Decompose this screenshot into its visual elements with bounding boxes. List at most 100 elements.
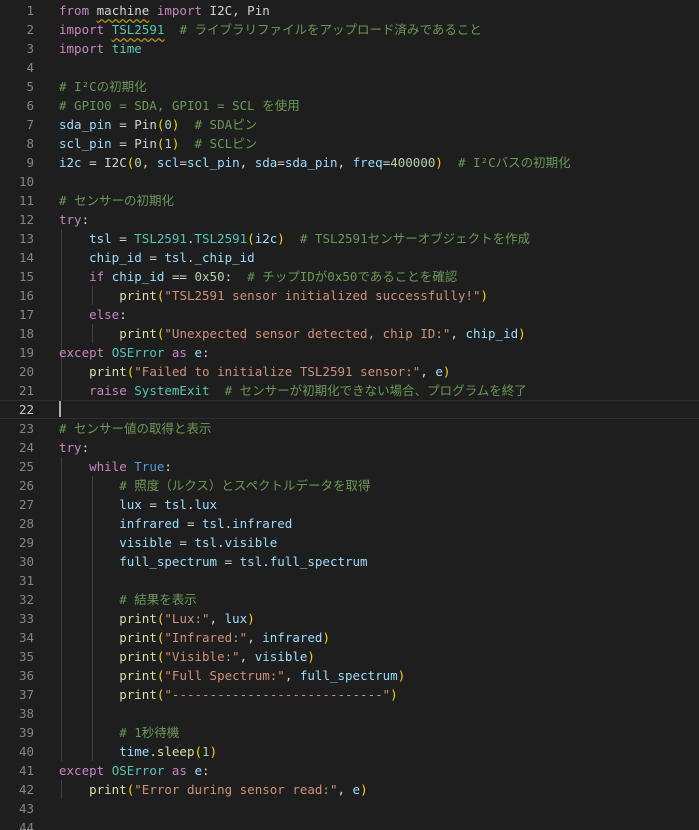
code-token: chip_id bbox=[89, 250, 142, 265]
line-number: 34 bbox=[18, 630, 34, 645]
code-editor[interactable]: 1 from machine import I2C, Pin 2 import TSL… bbox=[0, 0, 699, 830]
code-token: TSL2591 bbox=[194, 231, 248, 246]
code-line[interactable]: 37 print("----------------------------") bbox=[0, 685, 699, 704]
code-token: . bbox=[224, 516, 233, 531]
code-token: e bbox=[435, 364, 443, 379]
line-number: 20 bbox=[18, 364, 34, 379]
code-line[interactable]: 40 time.sleep(1) bbox=[0, 742, 699, 761]
code-line[interactable]: 32 # 結果を表示 bbox=[0, 590, 699, 609]
line-number: 30 bbox=[18, 554, 34, 569]
code-token: raise bbox=[89, 383, 127, 398]
code-line[interactable]: 2 import TSL2591 # ライブラリファイルをアップロード済みであるこ… bbox=[0, 20, 699, 39]
line-code: except OSError as e: bbox=[59, 761, 210, 780]
code-token: chip_id bbox=[465, 326, 519, 341]
code-line[interactable]: 9 i2c = I2C(0, scl=scl_pin, sda=sda_pin, … bbox=[0, 153, 699, 172]
code-token: e bbox=[194, 345, 203, 360]
code-line[interactable]: 36 print("Full Spectrum:", full_spectrum… bbox=[0, 666, 699, 685]
line-code: sda_pin = Pin(0) # SDAピン bbox=[59, 115, 257, 134]
code-line[interactable]: 4 bbox=[0, 58, 699, 77]
code-line[interactable]: 38 bbox=[0, 704, 699, 723]
code-line[interactable]: 21 raise SystemExit # センサーが初期化できない場合、プログ… bbox=[0, 381, 699, 400]
code-line[interactable]: 14 chip_id = tsl._chip_id bbox=[0, 248, 699, 267]
line-code: raise SystemExit # センサーが初期化できない場合、プログラムを… bbox=[59, 381, 527, 400]
line-code: # 結果を表示 bbox=[59, 590, 197, 609]
code-token: "TSL2591 sensor initialized successfully… bbox=[164, 288, 481, 303]
code-line[interactable]: 18 print("Unexpected sensor detected, ch… bbox=[0, 324, 699, 343]
line-code: # センサーの初期化 bbox=[59, 191, 174, 210]
code-line[interactable]: 16 print("TSL2591 sensor initialized suc… bbox=[0, 286, 699, 305]
code-line[interactable]: 6 # GPIO0 = SDA, GPIO1 = SCL を使用 bbox=[0, 96, 699, 115]
code-token: sda_pin bbox=[59, 117, 112, 132]
code-token: "Full Spectrum:" bbox=[164, 668, 285, 683]
code-line[interactable]: 1 from machine import I2C, Pin bbox=[0, 1, 699, 20]
line-number: 8 bbox=[26, 136, 34, 151]
code-line[interactable]: 3 import time bbox=[0, 39, 699, 58]
code-token: tsl bbox=[89, 231, 112, 246]
code-line[interactable]: 13 tsl = TSL2591.TSL2591(i2c) # TSL2591セ… bbox=[0, 229, 699, 248]
code-token: True bbox=[134, 459, 165, 474]
code-line[interactable]: 22 bbox=[0, 400, 699, 419]
code-line[interactable]: 33 print("Lux:", lux) bbox=[0, 609, 699, 628]
code-line[interactable]: 17 else: bbox=[0, 305, 699, 324]
code-line[interactable]: 25 while True: bbox=[0, 457, 699, 476]
code-line[interactable]: 5 # I²Cの初期化 bbox=[0, 77, 699, 96]
line-number: 6 bbox=[26, 98, 34, 113]
line-code: print("Error during sensor read:", e) bbox=[59, 780, 368, 799]
code-line[interactable]: 12 try: bbox=[0, 210, 699, 229]
code-token: = bbox=[179, 516, 203, 531]
line-number: 23 bbox=[18, 421, 34, 436]
code-line[interactable]: 44 bbox=[0, 818, 699, 830]
code-line[interactable]: 8 scl_pin = Pin(1) # SCLピン bbox=[0, 134, 699, 153]
code-line[interactable]: 41 except OSError as e: bbox=[0, 761, 699, 780]
code-token: sleep bbox=[156, 744, 195, 759]
code-token: print bbox=[119, 326, 157, 341]
line-number: 15 bbox=[18, 269, 34, 284]
code-line[interactable]: 20 print("Failed to initialize TSL2591 s… bbox=[0, 362, 699, 381]
line-code: scl_pin = Pin(1) # SCLピン bbox=[59, 134, 257, 153]
code-line[interactable]: 7 sda_pin = Pin(0) # SDAピン bbox=[0, 115, 699, 134]
code-token: infrared bbox=[262, 630, 323, 645]
code-line[interactable]: 42 print("Error during sensor read:", e) bbox=[0, 780, 699, 799]
code-line[interactable]: 43 bbox=[0, 799, 699, 818]
line-code: except OSError as e: bbox=[59, 343, 210, 362]
line-code: print("Infrared:", infrared) bbox=[59, 628, 330, 647]
code-token: # TSL2591センサーオブジェクトを作成 bbox=[299, 231, 531, 246]
code-token: , bbox=[239, 155, 255, 170]
code-line[interactable]: 35 print("Visible:", visible) bbox=[0, 647, 699, 666]
code-token: ) bbox=[247, 611, 255, 626]
code-line[interactable]: 23 # センサー値の取得と表示 bbox=[0, 419, 699, 438]
code-line[interactable]: 26 # 照度（ルクス）とスペクトルデータを取得 bbox=[0, 476, 699, 495]
code-line[interactable]: 19 except OSError as e: bbox=[0, 343, 699, 362]
code-line[interactable]: 27 lux = tsl.lux bbox=[0, 495, 699, 514]
code-line[interactable]: 39 # 1秒待機 bbox=[0, 723, 699, 742]
code-token: chip_id bbox=[111, 269, 165, 284]
code-line[interactable]: 31 bbox=[0, 571, 699, 590]
code-line[interactable]: 10 bbox=[0, 172, 699, 191]
code-line[interactable]: 29 visible = tsl.visible bbox=[0, 533, 699, 552]
line-code: print("Full Spectrum:", full_spectrum) bbox=[59, 666, 405, 685]
code-line[interactable]: 28 infrared = tsl.infrared bbox=[0, 514, 699, 533]
code-line[interactable]: 15 if chip_id == 0x50: # チップIDが0x50であること… bbox=[0, 267, 699, 286]
code-token: # 1秒待機 bbox=[119, 725, 180, 740]
code-line[interactable]: 30 full_spectrum = tsl.full_spectrum bbox=[0, 552, 699, 571]
code-token: print bbox=[119, 630, 157, 645]
code-token: _chip_id bbox=[194, 250, 255, 265]
code-line[interactable]: 34 print("Infrared:", infrared) bbox=[0, 628, 699, 647]
code-line[interactable]: 11 # センサーの初期化 bbox=[0, 191, 699, 210]
code-line[interactable]: 24 try: bbox=[0, 438, 699, 457]
code-token: visible bbox=[254, 649, 308, 664]
line-number: 5 bbox=[26, 79, 34, 94]
code-token: while bbox=[89, 459, 127, 474]
code-token: time bbox=[111, 41, 142, 56]
